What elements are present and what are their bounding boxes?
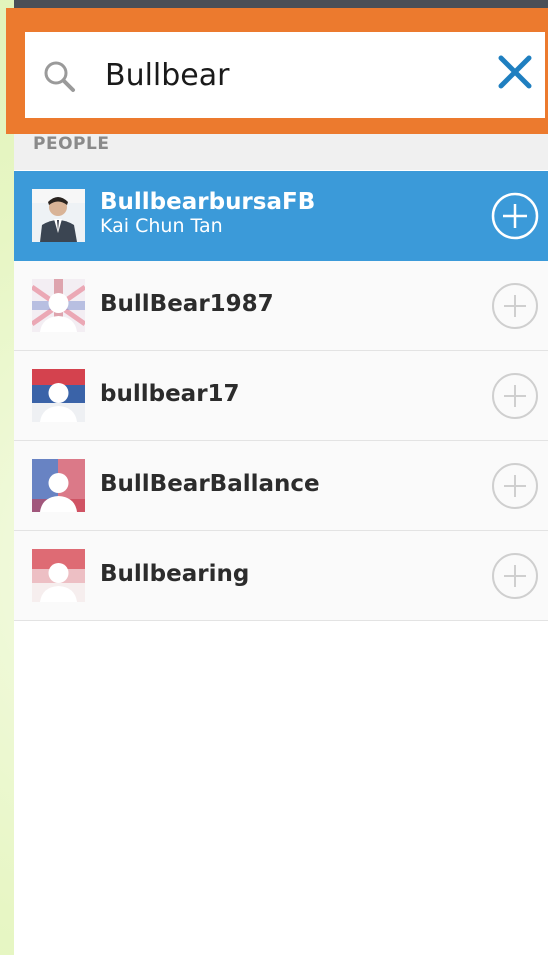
avatar <box>32 189 85 242</box>
list-item[interactable]: bullbear17 <box>14 351 548 441</box>
people-list: BullbearbursaFB Kai Chun Tan BullBear198… <box>14 171 548 621</box>
add-circle-icon[interactable] <box>490 461 540 511</box>
person-name: bullbear17 <box>100 381 240 407</box>
section-label: PEOPLE <box>33 134 110 154</box>
person-subtitle: Kai Chun Tan <box>100 215 223 237</box>
avatar <box>32 279 85 332</box>
list-item[interactable]: BullBear1987 <box>14 261 548 351</box>
add-circle-icon[interactable] <box>490 371 540 421</box>
close-icon[interactable] <box>495 52 535 92</box>
search-bar <box>25 32 545 118</box>
avatar <box>32 369 85 422</box>
list-item[interactable]: BullbearbursaFB Kai Chun Tan <box>14 171 548 261</box>
list-item[interactable]: BullBearBallance <box>14 441 548 531</box>
avatar <box>32 549 85 602</box>
list-item[interactable]: Bullbearing <box>14 531 548 621</box>
add-circle-icon[interactable] <box>490 281 540 331</box>
person-name: BullBear1987 <box>100 291 274 317</box>
add-circle-icon[interactable] <box>490 551 540 601</box>
person-name: Bullbearing <box>100 561 250 587</box>
people-section-header: PEOPLE <box>14 134 548 170</box>
search-icon <box>39 56 79 96</box>
add-circle-icon[interactable] <box>490 191 540 241</box>
person-name: BullBearBallance <box>100 471 320 497</box>
search-input[interactable] <box>105 52 455 98</box>
person-name: BullbearbursaFB <box>100 189 316 215</box>
avatar <box>32 459 85 512</box>
